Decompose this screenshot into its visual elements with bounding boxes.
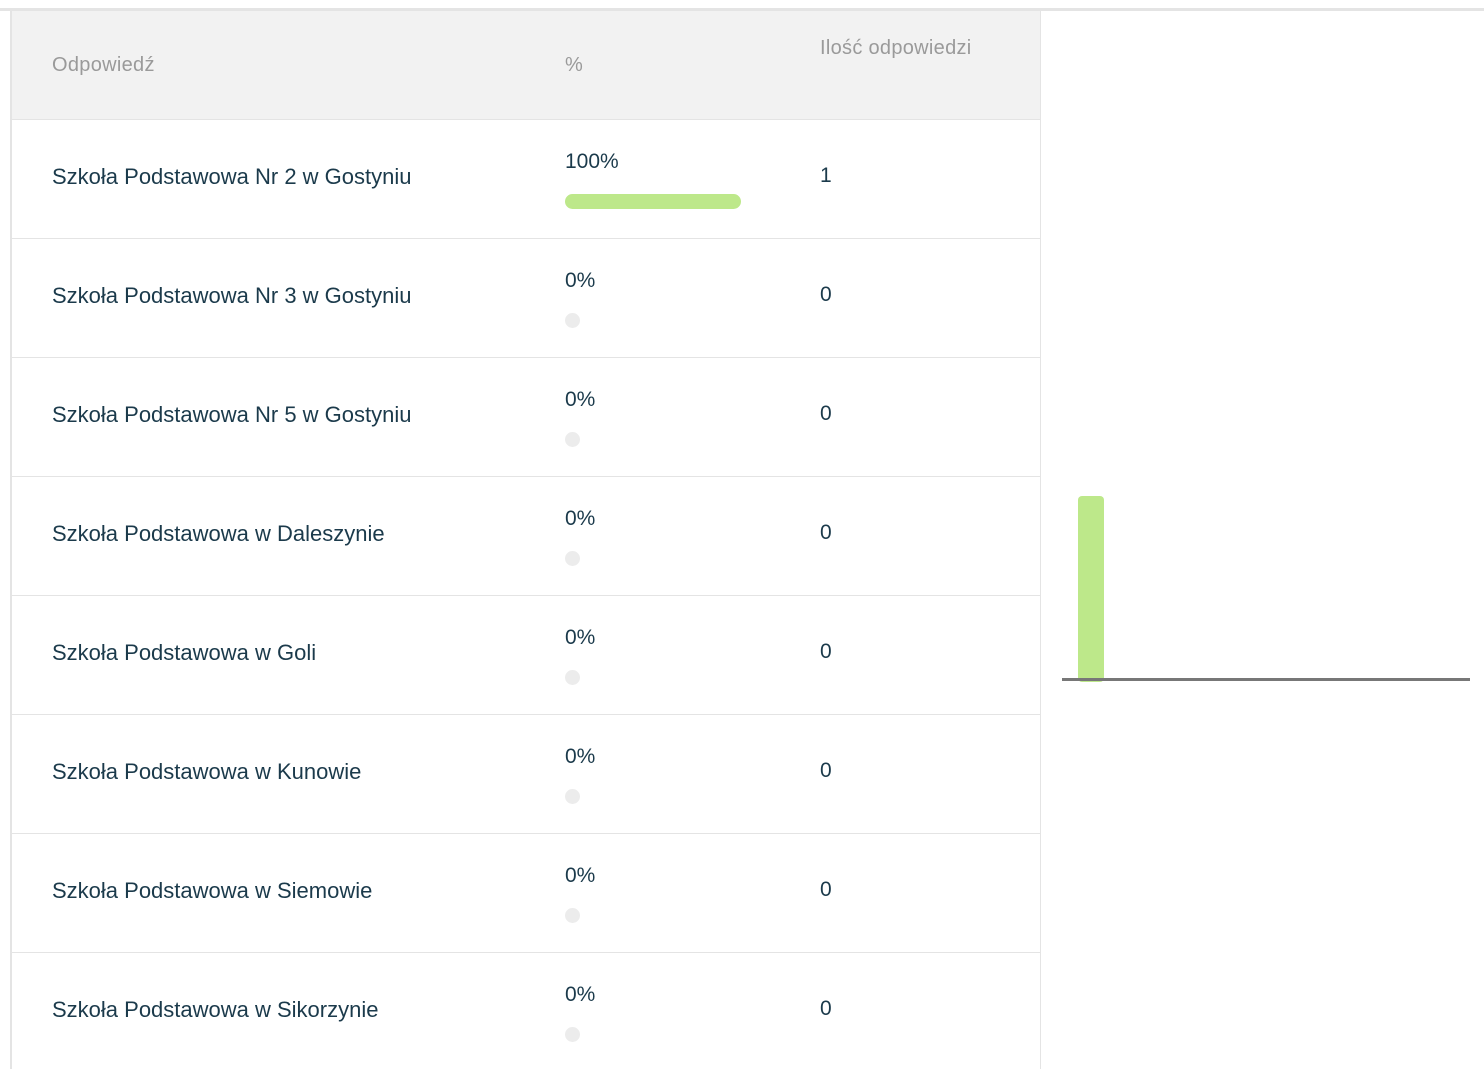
table-row: Szkoła Podstawowa Nr 3 w Gostyniu 0% 0 [12, 239, 1040, 358]
column-header-count: Ilość odpowiedzi [820, 37, 972, 59]
percent-bar [565, 194, 741, 209]
survey-results-page: Odpowiedź % Ilość odpowiedzi Szkoła Pods… [0, 0, 1484, 1069]
table-row: Szkoła Podstawowa w Siemowie 0% 0 [12, 834, 1040, 953]
percent-label: 0% [565, 864, 596, 887]
percent-label: 0% [565, 388, 596, 411]
chart-bar [1078, 496, 1104, 682]
percent-bar-fill [565, 789, 580, 804]
results-table: Odpowiedź % Ilość odpowiedzi Szkoła Pods… [10, 11, 1041, 1069]
count-value: 0 [820, 640, 832, 663]
answer-label: Szkoła Podstawowa Nr 5 w Gostyniu [52, 402, 412, 427]
percent-label: 0% [565, 507, 596, 530]
percent-bar [565, 1027, 741, 1042]
percent-bar-fill [565, 908, 580, 923]
results-chart [1042, 11, 1484, 1069]
answer-label: Szkoła Podstawowa w Kunowie [52, 759, 362, 784]
table-row: Szkoła Podstawowa Nr 2 w Gostyniu 100% 1 [12, 120, 1040, 239]
percent-label: 0% [565, 269, 596, 292]
percent-bar-fill [565, 1027, 580, 1042]
chart-baseline [1062, 678, 1470, 681]
count-value: 0 [820, 997, 832, 1020]
percent-bar-fill [565, 432, 580, 447]
count-value: 0 [820, 402, 832, 425]
column-header-answer: Odpowiedź [52, 54, 155, 76]
answer-label: Szkoła Podstawowa w Siemowie [52, 878, 373, 903]
answer-label: Szkoła Podstawowa w Sikorzynie [52, 997, 379, 1022]
percent-label: 100% [565, 150, 619, 173]
count-value: 1 [820, 164, 832, 187]
column-header-percent: % [565, 54, 584, 76]
percent-bar [565, 551, 741, 566]
percent-label: 0% [565, 626, 596, 649]
table-body: Szkoła Podstawowa Nr 2 w Gostyniu 100% 1 Sz… [12, 120, 1040, 1069]
percent-label: 0% [565, 745, 596, 768]
table-row: Szkoła Podstawowa w Sikorzynie 0% 0 [12, 953, 1040, 1069]
percent-bar [565, 670, 741, 685]
percent-bar-fill [565, 194, 741, 209]
answer-label: Szkoła Podstawowa Nr 3 w Gostyniu [52, 283, 412, 308]
answer-label: Szkoła Podstawowa Nr 2 w Gostyniu [52, 164, 412, 189]
count-value: 0 [820, 521, 832, 544]
percent-label: 0% [565, 983, 596, 1006]
table-row: Szkoła Podstawowa w Goli 0% 0 [12, 596, 1040, 715]
percent-bar [565, 313, 741, 328]
table-row: Szkoła Podstawowa w Kunowie 0% 0 [12, 715, 1040, 834]
percent-bar [565, 432, 741, 447]
table-row: Szkoła Podstawowa w Daleszynie 0% 0 [12, 477, 1040, 596]
count-value: 0 [820, 759, 832, 782]
bar-chart [1062, 496, 1470, 682]
percent-bar-fill [565, 670, 580, 685]
percent-bar-fill [565, 313, 580, 328]
table-header: Odpowiedź % Ilość odpowiedzi [12, 11, 1040, 120]
percent-bar-fill [565, 551, 580, 566]
percent-bar [565, 789, 741, 804]
answer-label: Szkoła Podstawowa w Daleszynie [52, 521, 385, 546]
answer-label: Szkoła Podstawowa w Goli [52, 640, 317, 665]
count-value: 0 [820, 283, 832, 306]
percent-bar [565, 908, 741, 923]
count-value: 0 [820, 878, 832, 901]
table-row: Szkoła Podstawowa Nr 5 w Gostyniu 0% 0 [12, 358, 1040, 477]
